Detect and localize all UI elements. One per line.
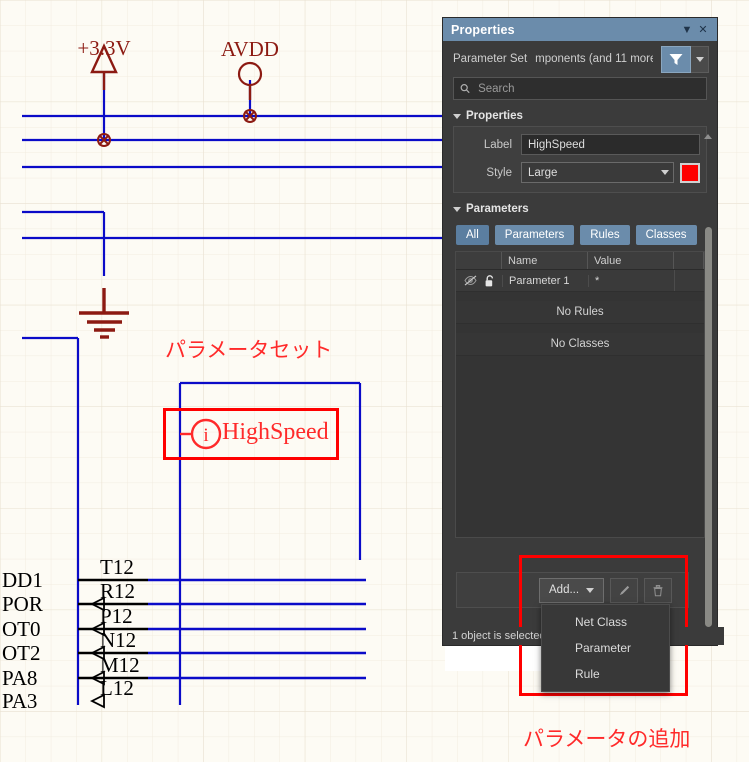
triangle-expanded-icon	[453, 207, 461, 212]
tab-rules[interactable]: Rules	[580, 225, 630, 245]
section-header-parameters[interactable]: Parameters	[443, 199, 717, 219]
row-blank	[674, 270, 704, 291]
annotation-label-highspeed: HighSpeed	[222, 419, 329, 445]
parameter-set-row: Parameter Set mponents (and 11 more)	[443, 41, 717, 77]
pin-name: PA8	[2, 666, 37, 690]
net-label: R12	[100, 579, 135, 603]
search-icon	[460, 84, 470, 94]
scroll-up-icon[interactable]	[702, 131, 714, 141]
table-spacer	[456, 324, 704, 333]
search-box[interactable]	[453, 77, 707, 100]
net-label: N12	[100, 628, 136, 652]
color-swatch[interactable]	[680, 162, 700, 183]
net-label: T12	[100, 555, 134, 579]
edit-button[interactable]	[610, 577, 639, 603]
row-value: *	[588, 274, 674, 287]
pin-name: PA3	[2, 689, 37, 713]
table-row[interactable]: Parameter 1 *	[456, 270, 704, 292]
parameter-set-label: Parameter Set	[453, 53, 528, 65]
close-icon[interactable]: ✕	[695, 22, 711, 38]
caption-add-parameter: パラメータの追加	[523, 727, 691, 751]
label-field-label: Label	[483, 138, 512, 151]
search-input[interactable]	[476, 81, 700, 96]
scrollbar-thumb[interactable]	[705, 227, 712, 627]
pin-name: POR	[2, 592, 43, 616]
row-name: Parameter 1	[502, 274, 588, 287]
eye-slash-icon[interactable]	[464, 275, 477, 286]
properties-fields: Label Style Large	[453, 126, 707, 193]
pin-name: DD1	[2, 568, 43, 592]
search-container	[443, 77, 717, 106]
menu-item-net-class[interactable]: Net Class	[542, 609, 669, 635]
tab-parameters[interactable]: Parameters	[494, 225, 575, 245]
collapse-icon[interactable]: ▼	[679, 22, 695, 38]
table-header-row: Name Value	[456, 252, 704, 270]
chevron-down-icon	[695, 56, 704, 62]
net-label: P12	[100, 604, 133, 628]
label-field-input[interactable]	[521, 134, 700, 155]
parameters-toolbar: Add...	[456, 572, 689, 608]
table-header-icons	[456, 252, 502, 269]
panel-title: Properties	[451, 22, 515, 37]
style-field-select[interactable]: Large	[521, 162, 674, 183]
field-row-style: Style Large	[460, 161, 700, 184]
empty-rules-row: No Rules	[456, 301, 704, 324]
tab-classes[interactable]: Classes	[635, 225, 697, 245]
pin-name: OT2	[2, 641, 41, 665]
section-title-parameters: Parameters	[466, 203, 529, 215]
empty-classes-row: No Classes	[456, 333, 704, 356]
delete-button[interactable]	[644, 577, 673, 603]
triangle-up-icon	[704, 133, 712, 139]
pin-name: OT0	[2, 617, 41, 641]
parameters-tabbar: All Parameters Rules Classes	[443, 219, 717, 251]
style-field-value: Large	[528, 166, 558, 179]
panel-scrollbar[interactable]	[702, 131, 714, 647]
trash-icon	[653, 584, 663, 596]
section-header-properties[interactable]: Properties	[443, 106, 717, 126]
net-label: M12	[100, 653, 140, 677]
table-header-blank	[674, 252, 704, 269]
triangle-expanded-icon	[453, 114, 461, 119]
parameters-table[interactable]: Name Value Parameter 1 * No Rules No Cla…	[455, 251, 705, 538]
unlock-icon[interactable]	[485, 274, 495, 287]
add-button-label: Add...	[549, 584, 580, 596]
chevron-down-icon	[586, 587, 595, 593]
style-field-label: Style	[486, 166, 512, 179]
table-header-value: Value	[588, 252, 674, 269]
filter-funnel-glyph	[669, 53, 683, 65]
filter-dropdown-icon[interactable]	[691, 45, 709, 73]
panel-titlebar: Properties ▼ ✕	[443, 18, 717, 41]
filter-button-group[interactable]	[661, 45, 709, 73]
caption-parameter-set: パラメータセット	[165, 338, 333, 362]
chevron-down-icon	[661, 170, 669, 175]
pencil-icon	[619, 585, 629, 595]
parameter-set-value: mponents (and 11 more)	[535, 53, 653, 65]
filter-funnel-icon[interactable]	[661, 45, 691, 73]
table-header-name: Name	[502, 252, 588, 269]
status-text: 1 object is selected	[452, 630, 546, 642]
table-spacer	[456, 292, 704, 301]
section-title-properties: Properties	[466, 110, 523, 122]
menu-item-parameter[interactable]: Parameter	[542, 635, 669, 661]
row-icons	[456, 274, 502, 287]
field-row-label: Label	[460, 133, 700, 156]
menu-item-rule[interactable]: Rule	[542, 661, 669, 687]
tab-all[interactable]: All	[456, 225, 489, 245]
properties-panel[interactable]: Properties ▼ ✕ Parameter Set mponents (a…	[443, 18, 717, 645]
table-empty-area	[456, 356, 704, 537]
net-label: L12	[100, 676, 134, 700]
add-dropdown-menu[interactable]: Net Class Parameter Rule	[541, 604, 670, 692]
add-button[interactable]: Add...	[539, 577, 605, 603]
